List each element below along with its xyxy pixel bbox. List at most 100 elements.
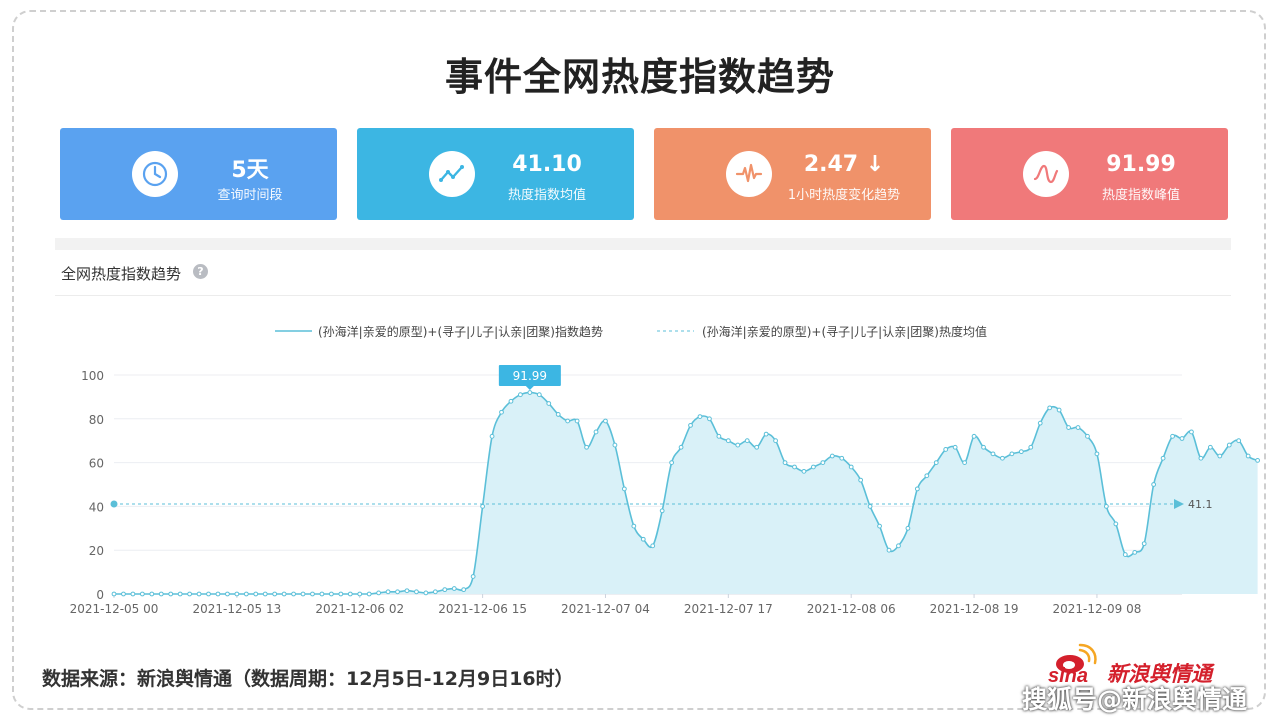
y-tick-label: 100	[81, 369, 104, 383]
data-point	[1198, 455, 1204, 461]
x-tick-label: 2021-12-09 08	[1053, 602, 1142, 616]
data-point	[357, 591, 363, 597]
data-point	[395, 589, 400, 595]
data-point	[414, 589, 419, 595]
data-point	[432, 589, 438, 595]
data-point	[716, 433, 722, 439]
data-point	[130, 591, 136, 597]
data-point	[347, 591, 353, 597]
data-point	[1141, 541, 1147, 547]
x-tick-label: 2021-12-05 00	[70, 602, 159, 616]
data-point	[659, 508, 665, 514]
data-point	[518, 392, 523, 398]
peak-label-pointer	[525, 386, 534, 390]
data-point	[281, 591, 287, 597]
data-point	[773, 438, 778, 444]
data-point	[1217, 453, 1223, 459]
data-point	[707, 416, 712, 422]
data-point	[168, 591, 174, 597]
x-tick-label: 2021-12-06 15	[438, 602, 527, 616]
data-point	[451, 586, 457, 591]
data-point	[376, 590, 382, 596]
data-point	[1028, 444, 1034, 450]
data-point	[291, 591, 296, 597]
x-tick-label: 2021-12-07 17	[684, 602, 773, 616]
data-point	[1122, 552, 1128, 557]
data-point	[1236, 438, 1242, 444]
data-source-note: 数据来源：新浪舆情通（数据周期：12月5日-12月9日16时）	[42, 668, 574, 690]
data-point	[158, 591, 164, 597]
data-point	[1170, 433, 1175, 439]
data-point	[461, 587, 467, 593]
data-point	[905, 525, 911, 531]
data-point	[328, 591, 334, 597]
data-point	[914, 486, 920, 492]
data-point	[1056, 407, 1062, 413]
data-point	[1113, 521, 1119, 527]
data-point	[177, 591, 183, 597]
data-point	[1255, 458, 1261, 463]
data-point	[669, 460, 675, 466]
data-point	[603, 418, 608, 424]
data-point	[319, 591, 325, 597]
data-point	[489, 433, 495, 439]
data-point	[820, 460, 826, 466]
data-point	[678, 444, 684, 450]
data-point	[990, 451, 996, 457]
trend-area-fill	[114, 392, 1258, 594]
data-point	[310, 591, 315, 597]
trend-chart: 0 20 40 60 80 100 2021-12-05 00 2021-12-05 13 20…	[70, 324, 1261, 616]
data-point	[688, 422, 693, 428]
data-point	[1103, 504, 1109, 509]
data-point	[640, 536, 646, 542]
data-point	[839, 455, 845, 461]
data-point	[215, 591, 221, 597]
data-point	[404, 588, 410, 594]
data-point	[262, 591, 268, 597]
data-point	[612, 442, 618, 448]
data-point	[508, 398, 514, 404]
data-point	[499, 409, 504, 415]
data-point	[584, 444, 589, 450]
data-point	[272, 591, 278, 597]
data-point	[565, 418, 571, 424]
peak-label: 91.99	[513, 369, 547, 383]
watermark: 搜狐号@新浪舆情通	[1022, 685, 1248, 714]
data-point	[149, 591, 155, 597]
data-point	[631, 523, 637, 529]
data-point	[621, 486, 627, 492]
data-point	[366, 591, 372, 597]
data-point	[1094, 451, 1100, 457]
data-point	[243, 591, 249, 597]
data-point	[187, 591, 193, 597]
data-point	[650, 543, 656, 549]
data-point	[924, 473, 930, 479]
data-point	[1245, 453, 1251, 459]
data-point	[810, 464, 816, 470]
data-point	[697, 414, 703, 420]
data-point	[952, 444, 958, 450]
data-point	[442, 587, 448, 593]
data-point	[1179, 436, 1185, 441]
data-point	[1018, 449, 1024, 455]
data-point	[1085, 433, 1090, 439]
data-point	[1189, 429, 1194, 435]
data-point	[886, 547, 892, 553]
data-point	[1009, 451, 1015, 457]
data-point	[1000, 455, 1005, 461]
y-tick-label: 0	[96, 588, 104, 602]
data-point	[111, 591, 117, 597]
x-tick-label: 2021-12-06 02	[315, 602, 404, 616]
data-point	[867, 504, 873, 509]
data-point	[896, 543, 901, 549]
data-point	[385, 589, 391, 595]
data-point	[423, 590, 429, 596]
data-point	[1151, 482, 1157, 487]
data-point	[763, 431, 769, 437]
data-point	[206, 591, 211, 597]
data-point	[933, 460, 939, 466]
x-tick-label: 2021-12-05 13	[192, 602, 281, 616]
data-point	[725, 438, 731, 444]
data-point	[1226, 442, 1232, 448]
data-point	[1047, 405, 1053, 411]
